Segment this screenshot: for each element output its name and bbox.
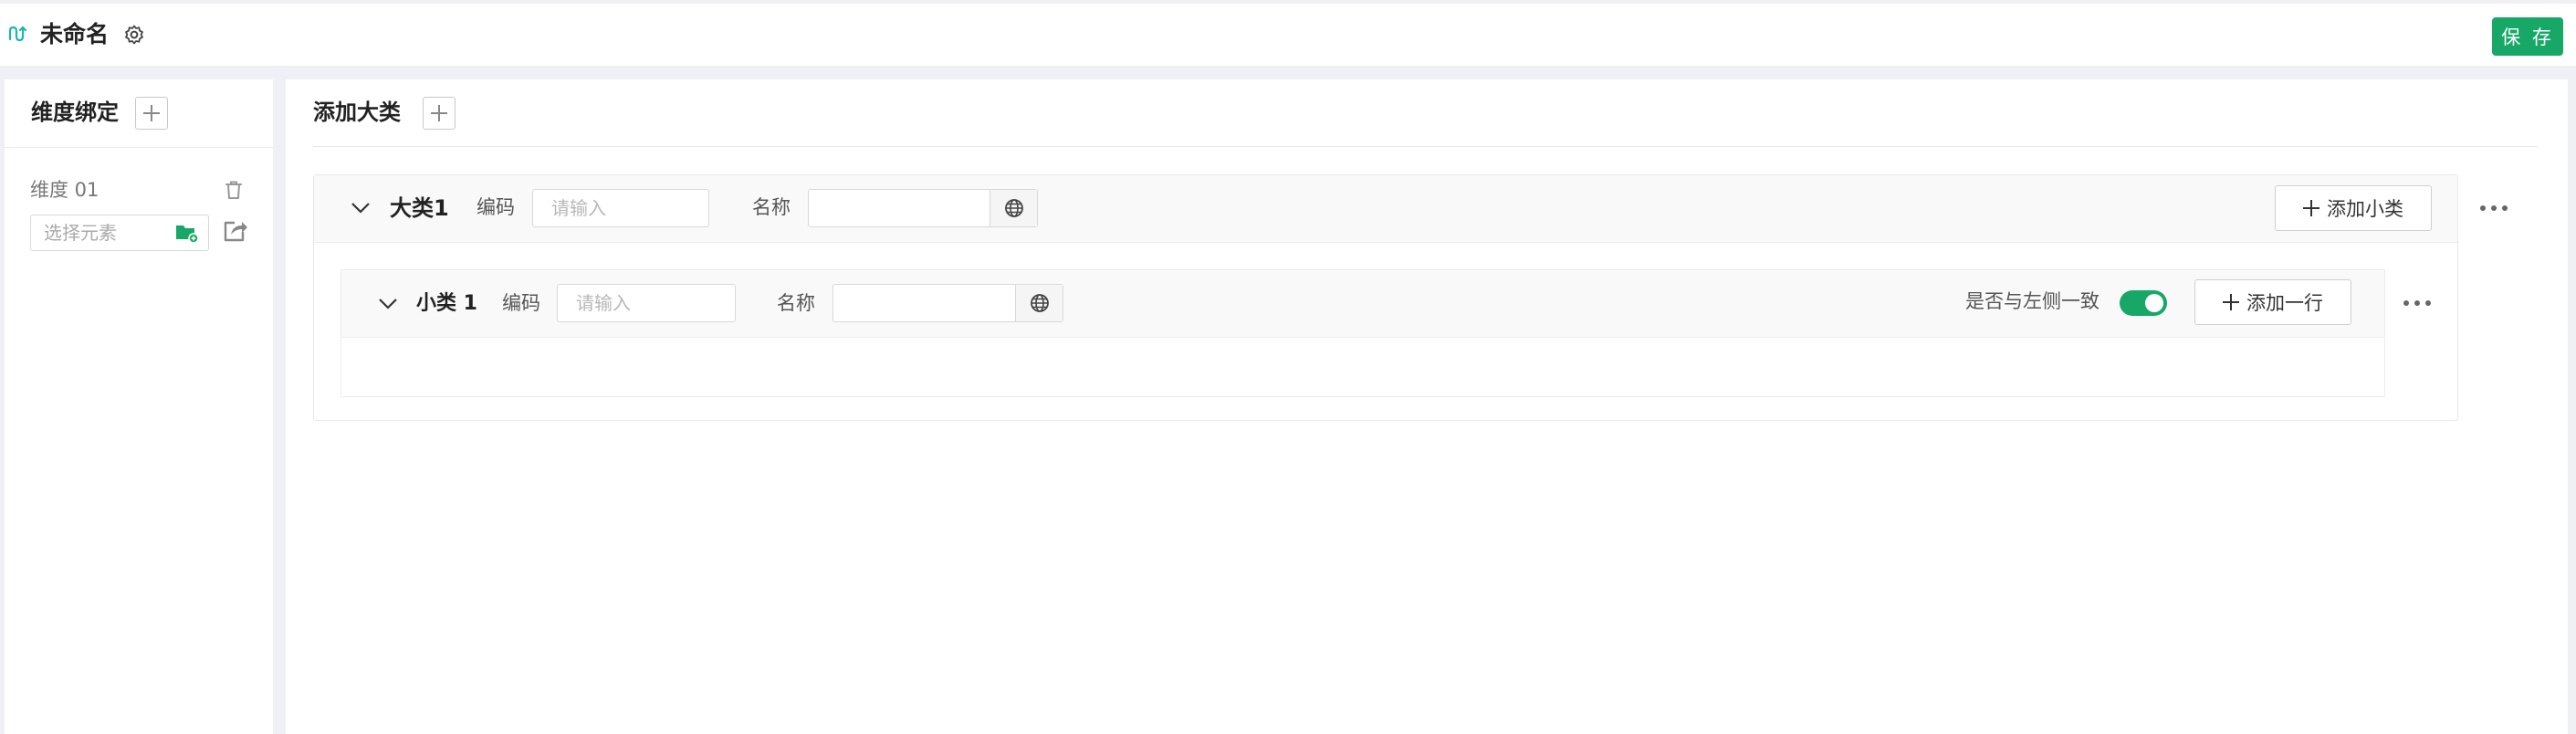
category-name: 大类1 [390,195,449,221]
category-panel-title: 添加大类 [313,100,401,125]
dimension-panel: 维度绑定 维度 01 选择元素 [5,79,273,734]
trash-icon[interactable] [224,179,244,201]
add-row-button[interactable]: 添加一行 [2194,279,2351,325]
chevron-down-icon[interactable] [351,202,371,215]
subcategory-rows-area [341,338,2384,396]
top-bar: 未命名 保 存 [0,0,2576,66]
save-button[interactable]: 保 存 [2492,17,2563,56]
add-category-button[interactable] [423,97,456,130]
consistent-label: 是否与左侧一致 [1965,290,2100,312]
subcategory-more-icon[interactable] [2403,299,2433,308]
category-name-label: 名称 [752,196,791,218]
category-name-field [808,189,1038,227]
category-code-input[interactable] [532,189,709,227]
consistent-toggle[interactable] [2120,290,2167,316]
plus-icon [2223,294,2239,310]
subcategory-code-label: 编码 [502,292,540,314]
category-translate-button[interactable] [990,190,1037,226]
subcategory-name-field [832,284,1063,322]
flow-icon [8,26,27,42]
category-header: 大类1 编码 名称 添加小类 [314,175,2457,243]
add-subcategory-button[interactable]: 添加小类 [2275,185,2432,231]
subcategory-name: 小类 1 [416,292,477,315]
share-icon[interactable] [222,217,249,243]
dimension-panel-header: 维度绑定 [5,79,273,148]
globe-icon [1005,199,1023,217]
dimension-label: 维度 01 [30,179,99,201]
category-code-label: 编码 [476,196,515,218]
globe-icon [1031,294,1049,312]
subcategory-translate-button[interactable] [1015,285,1063,321]
dimension-panel-title: 维度绑定 [31,100,119,125]
element-select-placeholder: 选择元素 [44,222,117,244]
element-select[interactable]: 选择元素 [30,215,209,251]
add-dimension-button[interactable] [135,97,168,130]
toggle-knob [2145,294,2163,312]
subcategory-name-label: 名称 [777,292,815,314]
category-name-input[interactable] [809,190,990,226]
category-more-icon[interactable] [2480,204,2509,213]
subcategory-code-input[interactable] [557,284,736,322]
gear-icon[interactable] [123,24,145,46]
chevron-down-icon[interactable] [378,298,398,310]
category-panel: 添加大类 大类1 编码 名称 [286,79,2568,734]
add-subcategory-label: 添加小类 [2327,198,2403,220]
folder-icon[interactable] [175,222,199,244]
subcategory-name-input[interactable] [833,285,1015,321]
plus-icon [2303,200,2319,216]
page-title: 未命名 [40,21,110,47]
add-row-label: 添加一行 [2246,292,2323,314]
divider [313,146,2538,147]
